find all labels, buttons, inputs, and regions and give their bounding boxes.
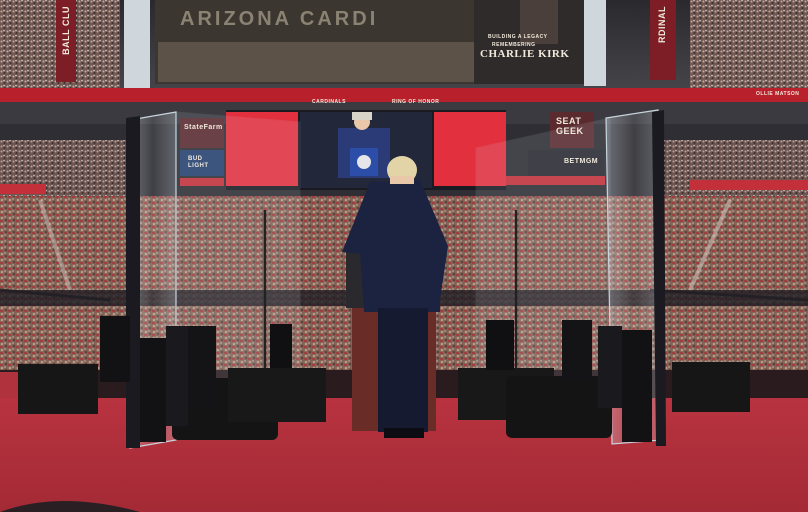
stadium-banner-text: ARIZONA CARDI xyxy=(180,8,379,30)
sponsor-statefarm: StateFarm xyxy=(184,124,223,131)
stage-speaker-left-1 xyxy=(18,364,98,414)
memorial-screen-name: CHARLIE KIRK xyxy=(480,48,570,60)
sponsor-bud-light: BUD LIGHT xyxy=(188,156,209,169)
stadium-rally-photo: ARIZONA CARDI BUILDING A LEGACY REMEMBER… xyxy=(0,0,808,512)
stage-speaker-right-3 xyxy=(672,362,750,412)
ribbon-ollie-matson: OLLIE MATSON xyxy=(756,91,800,97)
ribbon-cardinals: CARDINALS xyxy=(312,99,346,105)
skylight-right xyxy=(584,0,606,86)
sponsor-seat-geek: SEAT GEEK xyxy=(556,116,584,136)
stage-speaker-right-2 xyxy=(506,376,612,438)
upper-deck-crowd-right xyxy=(690,0,808,88)
left-column-text: BALL CLU xyxy=(61,6,71,55)
ribbon-ring-of-honor: RING OF HONOR xyxy=(392,99,440,105)
skylight-left xyxy=(124,0,150,88)
right-column-text: RDINAL xyxy=(657,6,667,43)
stage-speaker-left-3 xyxy=(228,368,326,422)
memorial-screen-line1: BUILDING A LEGACY xyxy=(488,34,548,40)
sponsor-betmgm: BETMGM xyxy=(564,158,599,165)
